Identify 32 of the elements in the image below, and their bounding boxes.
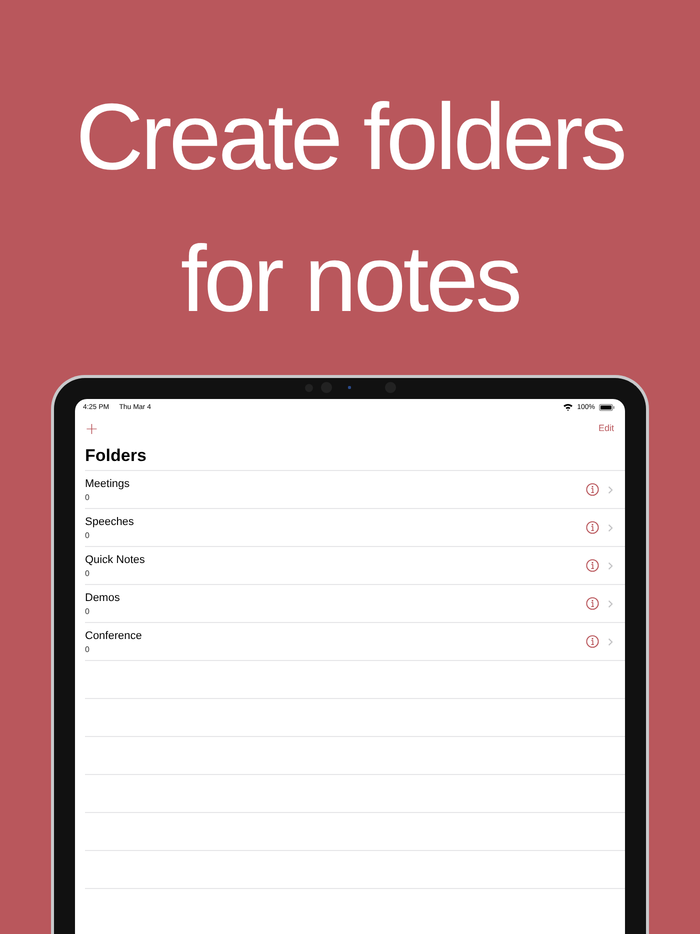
- info-icon[interactable]: [586, 483, 599, 496]
- folder-row[interactable]: Quick Notes 0: [85, 546, 625, 584]
- chevron-icon: [608, 562, 613, 570]
- folder-name: Demos: [85, 592, 121, 604]
- folder-row[interactable]: Speeches 0: [85, 508, 625, 546]
- add-button[interactable]: +: [85, 418, 98, 438]
- battery-icon: [599, 404, 615, 410]
- info-icon[interactable]: [586, 559, 599, 572]
- folder-row[interactable]: Conference 0: [85, 622, 625, 660]
- note-count: 0: [85, 644, 90, 654]
- folder-row[interactable]: Meetings 0: [85, 470, 625, 508]
- info-icon[interactable]: [586, 521, 599, 534]
- note-count: 0: [85, 492, 90, 502]
- headline: Create folders for notes: [76, 83, 624, 333]
- folder-name: Meetings: [85, 478, 131, 490]
- edit-button[interactable]: Edit: [598, 423, 614, 433]
- wifi-icon: [563, 403, 574, 411]
- folder-name: Speeches: [85, 516, 135, 528]
- note-count: 0: [85, 606, 90, 616]
- chevron-icon: [608, 524, 613, 532]
- folder-row[interactable]: Demos 0: [85, 584, 625, 622]
- note-count: 0: [85, 530, 90, 540]
- sensor-icon: [348, 386, 350, 389]
- chevron-icon: [608, 638, 613, 646]
- info-icon[interactable]: [586, 635, 599, 648]
- note-count: 0: [85, 568, 90, 578]
- folder-name: Conference: [85, 630, 143, 642]
- folder-name: Quick Notes: [85, 554, 146, 566]
- chevron-icon: [608, 600, 613, 608]
- chevron-icon: [608, 486, 613, 494]
- info-icon[interactable]: [586, 597, 599, 610]
- page-title: Folders: [84, 445, 148, 467]
